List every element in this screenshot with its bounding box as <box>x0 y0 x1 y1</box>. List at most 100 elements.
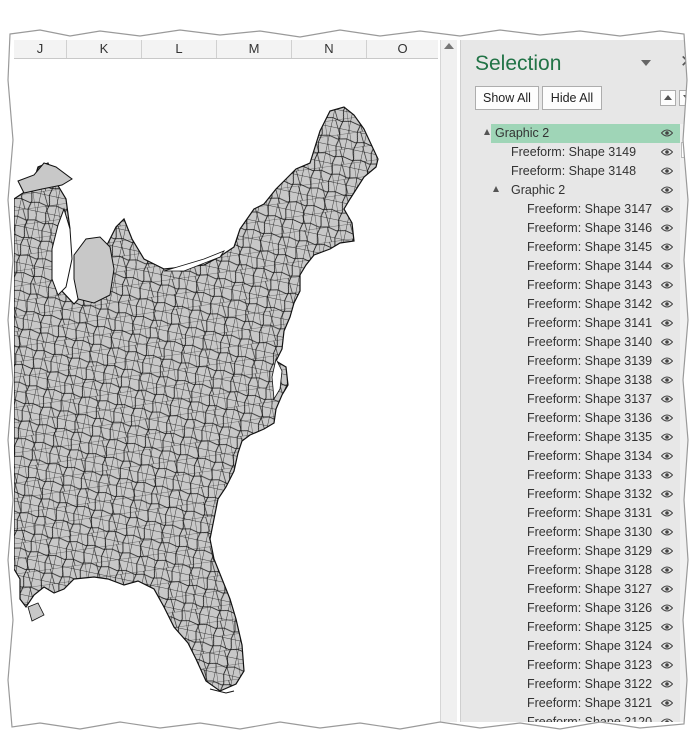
expand-collapse-icon[interactable] <box>493 186 499 192</box>
eye-icon[interactable] <box>661 566 673 574</box>
show-all-button[interactable]: Show All <box>475 86 539 110</box>
shape-row[interactable]: Freeform: Shape 3130 <box>461 523 681 542</box>
eye-icon[interactable] <box>661 357 673 365</box>
shape-row[interactable]: Freeform: Shape 3120 <box>461 713 681 722</box>
eye-icon[interactable] <box>661 433 673 441</box>
eye-icon[interactable] <box>661 205 673 213</box>
shape-row[interactable]: Freeform: Shape 3140 <box>461 333 681 352</box>
bring-forward-button[interactable] <box>660 90 676 106</box>
column-header-k[interactable]: K <box>67 40 142 58</box>
expand-collapse-icon[interactable] <box>484 129 490 135</box>
shape-row[interactable]: Freeform: Shape 3134 <box>461 447 681 466</box>
column-label: J <box>36 41 44 56</box>
shape-row[interactable]: Freeform: Shape 3122 <box>461 675 681 694</box>
row-label: Freeform: Shape 3140 <box>527 335 653 349</box>
eye-icon[interactable] <box>661 167 673 175</box>
shape-row[interactable]: Freeform: Shape 3146 <box>461 219 681 238</box>
shape-row[interactable]: Freeform: Shape 3144 <box>461 257 681 276</box>
shape-row[interactable]: Freeform: Shape 3132 <box>461 485 681 504</box>
eye-icon[interactable] <box>661 718 673 722</box>
scroll-thumb[interactable] <box>681 142 691 158</box>
selection-list[interactable]: Graphic 2 Freeform: Shape 3149 Freeform: S… <box>461 124 691 722</box>
shape-row[interactable]: Freeform: Shape 3142 <box>461 295 681 314</box>
eye-icon[interactable] <box>661 300 673 308</box>
column-header-m[interactable]: M <box>217 40 292 58</box>
column-label: L <box>175 41 183 56</box>
eye-icon[interactable] <box>661 262 673 270</box>
eye-icon[interactable] <box>661 186 673 194</box>
shape-row[interactable]: Freeform: Shape 3147 <box>461 200 681 219</box>
eye-icon[interactable] <box>661 148 673 156</box>
row-label: Freeform: Shape 3122 <box>527 677 653 691</box>
row-label: Freeform: Shape 3137 <box>527 392 653 406</box>
shape-row[interactable]: Freeform: Shape 3123 <box>461 656 681 675</box>
eye-icon[interactable] <box>661 623 673 631</box>
column-header-n[interactable]: N <box>292 40 367 58</box>
eye-icon[interactable] <box>661 471 673 479</box>
eye-icon[interactable] <box>661 395 673 403</box>
eye-icon[interactable] <box>661 224 673 232</box>
shape-row[interactable]: Freeform: Shape 3138 <box>461 371 681 390</box>
row-label: Freeform: Shape 3134 <box>527 449 653 463</box>
shape-row[interactable]: Freeform: Shape 3145 <box>461 238 681 257</box>
eye-icon[interactable] <box>661 338 673 346</box>
shape-row[interactable]: Freeform: Shape 3125 <box>461 618 681 637</box>
eye-icon[interactable] <box>661 699 673 707</box>
eye-icon[interactable] <box>661 129 673 137</box>
group-row[interactable]: Graphic 2 <box>484 124 681 143</box>
eye-icon[interactable] <box>661 243 673 251</box>
shape-row[interactable]: Freeform: Shape 3136 <box>461 409 681 428</box>
shape-row[interactable]: Freeform: Shape 3135 <box>461 428 681 447</box>
eye-icon[interactable] <box>661 661 673 669</box>
eye-icon[interactable] <box>661 604 673 612</box>
shape-row[interactable]: Freeform: Shape 3139 <box>461 352 681 371</box>
shape-row[interactable]: Freeform: Shape 3129 <box>461 542 681 561</box>
worksheet-area[interactable]: J K L M N O <box>14 40 438 722</box>
eye-icon[interactable] <box>661 642 673 650</box>
eye-icon[interactable] <box>661 319 673 327</box>
eye-icon[interactable] <box>661 509 673 517</box>
shape-row[interactable]: Freeform: Shape 3143 <box>461 276 681 295</box>
row-label: Freeform: Shape 3139 <box>527 354 653 368</box>
county-map-graphic[interactable] <box>14 59 438 722</box>
shape-row[interactable]: Freeform: Shape 3124 <box>461 637 681 656</box>
eye-icon[interactable] <box>661 490 673 498</box>
shape-row[interactable]: Freeform: Shape 3149 <box>461 143 681 162</box>
column-label: N <box>324 41 334 56</box>
map-svg[interactable] <box>14 59 438 722</box>
shape-row[interactable]: Freeform: Shape 3128 <box>461 561 681 580</box>
shape-row[interactable]: Freeform: Shape 3126 <box>461 599 681 618</box>
sheet-vertical-scrollbar[interactable] <box>440 40 457 722</box>
group-row[interactable]: Graphic 2 <box>461 181 681 200</box>
shape-row[interactable]: Freeform: Shape 3133 <box>461 466 681 485</box>
shape-row[interactable]: Freeform: Shape 3137 <box>461 390 681 409</box>
eye-icon[interactable] <box>661 680 673 688</box>
shape-row[interactable]: Freeform: Shape 3141 <box>461 314 681 333</box>
shape-row[interactable]: Freeform: Shape 3131 <box>461 504 681 523</box>
row-label: Freeform: Shape 3138 <box>527 373 653 387</box>
gulf-island <box>27 602 45 622</box>
eye-icon[interactable] <box>661 414 673 422</box>
eye-icon[interactable] <box>661 528 673 536</box>
pane-options-dropdown-icon[interactable] <box>641 60 651 66</box>
eye-icon[interactable] <box>661 281 673 289</box>
chevron-up-icon <box>664 95 672 100</box>
row-label: Freeform: Shape 3149 <box>511 145 637 159</box>
eye-icon[interactable] <box>661 547 673 555</box>
eye-icon[interactable] <box>661 376 673 384</box>
pane-scrollbar[interactable] <box>680 124 691 722</box>
shape-row[interactable]: Freeform: Shape 3148 <box>461 162 681 181</box>
column-header-o[interactable]: O <box>367 40 438 58</box>
eye-icon[interactable] <box>661 585 673 593</box>
shape-row[interactable]: Freeform: Shape 3127 <box>461 580 681 599</box>
column-header-l[interactable]: L <box>142 40 217 58</box>
send-backward-button[interactable] <box>679 90 691 106</box>
column-header-row: J K L M N O <box>14 40 438 59</box>
eye-icon[interactable] <box>661 452 673 460</box>
hide-all-button[interactable]: Hide All <box>542 86 602 110</box>
column-header-j[interactable]: J <box>14 40 67 58</box>
scroll-up-arrow-icon[interactable] <box>444 43 454 49</box>
shape-row[interactable]: Freeform: Shape 3121 <box>461 694 681 713</box>
column-label: M <box>248 41 260 56</box>
close-icon[interactable]: ✕ <box>680 52 691 72</box>
